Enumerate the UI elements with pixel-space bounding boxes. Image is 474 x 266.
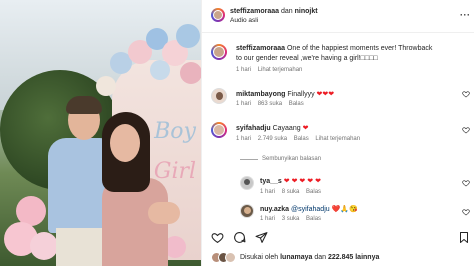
- likes-connector: dan: [314, 254, 327, 261]
- post-panel: steffizamoraaa dan ninojkt Audio asli ··…: [201, 0, 474, 266]
- post-header: steffizamoraaa dan ninojkt Audio asli ··…: [202, 0, 474, 33]
- reply-button[interactable]: Balas: [289, 101, 304, 107]
- caption-avatar[interactable]: [211, 44, 227, 60]
- heart-emoji-icon: ❤: [299, 178, 306, 185]
- caption-username[interactable]: steffizamoraaa: [236, 45, 285, 52]
- audio-link[interactable]: Audio asli: [230, 17, 258, 24]
- reply-time: 1 hari: [260, 216, 276, 222]
- reply-time: 1 hari: [260, 189, 276, 195]
- likes-text: Disukai oleh lunamaya dan 222.845 lainny…: [240, 254, 379, 261]
- reply-2: nuy.azka @syifahadju ❤️🙏😘: [260, 205, 358, 213]
- heart-emoji-icon: ❤: [283, 178, 290, 185]
- reply-avatar[interactable]: [240, 176, 254, 190]
- reply-mention[interactable]: @syifahadju: [291, 206, 330, 213]
- person-woman: [94, 112, 180, 266]
- reply-1: tya__s ❤ ❤ ❤ ❤ ❤: [260, 177, 321, 185]
- comment-2: syifahadju Cayaang ❤: [236, 124, 308, 132]
- comment-meta: 1 hari 2.749 suka Balas Lihat terjemahan: [236, 136, 360, 142]
- comment-1: miktambayong Finallyyy ❤❤❤: [236, 90, 334, 98]
- reply-likes[interactable]: 3 suka: [282, 216, 300, 222]
- reply-username[interactable]: nuy.azka: [260, 206, 289, 213]
- like-icon[interactable]: [211, 231, 224, 246]
- hide-replies-button[interactable]: Sembunyikan balasan: [262, 156, 321, 162]
- reply-username[interactable]: tya__s: [260, 178, 282, 185]
- like-reply-icon[interactable]: [462, 208, 470, 216]
- post-photo[interactable]: Boy Girl: [0, 0, 201, 266]
- liker-avatar[interactable]: [225, 252, 236, 263]
- caption-translate[interactable]: Lihat terjemahan: [258, 67, 303, 73]
- likes-count[interactable]: 222.845 lainnya: [328, 254, 379, 261]
- caption-text-2: to our gender reveal ,we're having a gir…: [236, 55, 378, 62]
- balloon: [96, 76, 116, 96]
- heart-emoji-icon: ❤: [315, 178, 321, 185]
- author-username[interactable]: steffizamoraaa: [230, 8, 279, 15]
- author-avatar[interactable]: [211, 8, 225, 22]
- translate-link[interactable]: Lihat terjemahan: [315, 136, 360, 142]
- comment-meta: 1 hari 863 suka Balas: [236, 101, 304, 107]
- more-icon[interactable]: ···: [460, 10, 471, 20]
- reply-button[interactable]: Balas: [306, 189, 321, 195]
- like-comment-icon[interactable]: [462, 126, 470, 134]
- caption-time: 1 hari: [236, 67, 252, 73]
- likes-user[interactable]: lunamaya: [280, 254, 312, 261]
- heart-emoji-icon: ❤: [291, 178, 298, 185]
- caption-meta: 1 hari Lihat terjemahan: [236, 67, 302, 73]
- comment-time: 1 hari: [236, 136, 252, 142]
- comment-time: 1 hari: [236, 101, 252, 107]
- balloon: [180, 62, 201, 84]
- reply-button[interactable]: Balas: [294, 136, 309, 142]
- comment-username[interactable]: miktambayong: [236, 91, 285, 98]
- caption-line1: steffizamoraaa One of the happiest momen…: [236, 45, 432, 52]
- comment-icon[interactable]: [233, 231, 246, 246]
- likes-summary: Disukai oleh lunamaya dan 222.845 lainny…: [202, 250, 474, 266]
- likes-prefix: Disukai oleh: [240, 254, 279, 261]
- comment-text: Cayaang: [272, 125, 301, 132]
- heart-emoji-icon: ❤: [307, 178, 314, 185]
- like-reply-icon[interactable]: [462, 179, 470, 187]
- reply-button[interactable]: Balas: [306, 216, 321, 222]
- emoji-icon: ❤️🙏😘: [331, 206, 358, 213]
- collab-username[interactable]: ninojkt: [295, 8, 318, 15]
- reply-meta: 1 hari 8 suka Balas: [260, 189, 321, 195]
- replies-divider: [240, 159, 258, 160]
- comment-likes[interactable]: 863 suka: [258, 101, 282, 107]
- comment-avatar[interactable]: [211, 122, 227, 138]
- caption-text-1: One of the happiest moments ever! Throwb…: [286, 45, 433, 52]
- reply-avatar[interactable]: [240, 204, 254, 218]
- save-icon[interactable]: [458, 231, 470, 246]
- heart-emoji-icon: ❤: [302, 125, 309, 132]
- header-connector: dan: [280, 8, 293, 15]
- comment-likes[interactable]: 2.749 suka: [258, 136, 287, 142]
- comment-avatar[interactable]: [211, 88, 227, 104]
- reply-likes[interactable]: 8 suka: [282, 189, 300, 195]
- share-icon[interactable]: [255, 231, 268, 246]
- comment-text: Finallyyy: [287, 91, 315, 98]
- heart-emoji-icon: ❤: [328, 91, 335, 98]
- header-names: steffizamoraaa dan ninojkt: [230, 8, 318, 15]
- action-bar: [202, 228, 474, 248]
- like-comment-icon[interactable]: [462, 90, 470, 98]
- reply-meta: 1 hari 3 suka Balas: [260, 216, 321, 222]
- balloon: [176, 24, 200, 48]
- comment-username[interactable]: syifahadju: [236, 125, 271, 132]
- balloon: [150, 60, 170, 80]
